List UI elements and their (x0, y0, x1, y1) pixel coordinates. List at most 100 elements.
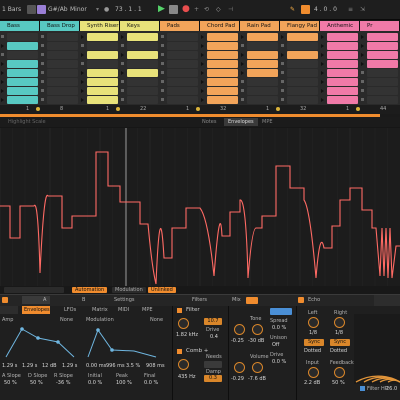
track-header[interactable]: Bass Drop (40, 21, 80, 31)
slot-stop-icon[interactable] (161, 53, 164, 56)
highlight-scale-toggle[interactable]: Highlight Scale (4, 118, 50, 126)
clip-slot[interactable] (367, 51, 398, 59)
amp-env-value[interactable]: 1.29 s (62, 363, 77, 369)
slot-stop-icon[interactable] (161, 89, 164, 92)
track-header[interactable]: Chord Pad (200, 21, 240, 31)
play-icon[interactable]: ▶ (158, 3, 165, 15)
env-node[interactable] (36, 336, 40, 340)
clip-slot[interactable] (247, 33, 278, 41)
scale-mode-icon[interactable] (27, 5, 36, 14)
filter-res-value[interactable]: 10.7 (204, 318, 222, 325)
punch-icon[interactable]: ⊣ (228, 4, 233, 16)
clip-launch-icon[interactable] (361, 35, 364, 39)
echo-input-knob[interactable] (308, 367, 319, 378)
clip-launch-icon[interactable] (321, 89, 324, 93)
tab-matrix[interactable]: Matrix (92, 307, 108, 313)
clip-slot[interactable] (7, 69, 38, 77)
clip-slot[interactable] (367, 33, 398, 41)
clip-launch-icon[interactable] (281, 53, 284, 57)
volume-knob[interactable] (252, 362, 263, 373)
echo-feedback-value[interactable]: 50 % (332, 380, 345, 386)
clip-slot[interactable] (7, 87, 38, 95)
envelope-graph[interactable] (0, 128, 400, 286)
clip-launch-icon[interactable] (321, 53, 324, 57)
clip-slot[interactable] (127, 33, 158, 41)
menu-icon[interactable]: ≡ (348, 4, 353, 16)
echo-right-knob[interactable] (334, 317, 345, 328)
empty-clip-slot[interactable] (87, 60, 118, 68)
slot-stop-icon[interactable] (1, 35, 4, 38)
empty-clip-slot[interactable] (47, 69, 78, 77)
tone-value[interactable]: -30 dB (248, 338, 264, 344)
clip-launch-icon[interactable] (1, 89, 4, 93)
clip-slot[interactable] (7, 78, 38, 86)
slot-stop-icon[interactable] (161, 80, 164, 83)
clip-slot[interactable] (87, 78, 118, 86)
automation-arm-icon[interactable]: ◇ (216, 4, 221, 16)
slot-stop-icon[interactable] (161, 98, 164, 101)
slot-stop-icon[interactable] (41, 62, 44, 65)
track-header[interactable]: Pads (160, 21, 200, 31)
song-position[interactable]: 73 . 1 . 1 (115, 4, 142, 16)
clip-slot[interactable] (247, 60, 278, 68)
clip-slot[interactable] (87, 87, 118, 95)
clip-slot[interactable] (127, 51, 158, 59)
level-value-1[interactable]: -0.25 (231, 338, 244, 344)
clip-slot[interactable] (7, 96, 38, 104)
level-value-2[interactable]: -0.29 (231, 376, 244, 382)
expand-icon[interactable]: ⇲ (360, 4, 365, 16)
level-knob-1[interactable] (234, 324, 245, 335)
clip-launch-icon[interactable] (321, 98, 324, 102)
clip-launch-icon[interactable] (201, 35, 204, 39)
echo-dotted-left[interactable]: Dotted (304, 348, 321, 354)
empty-clip-slot[interactable] (47, 78, 78, 86)
empty-clip-slot[interactable] (167, 87, 198, 95)
mixer-value[interactable]: 22 (140, 106, 146, 112)
slot-stop-icon[interactable] (281, 80, 284, 83)
tab-midi[interactable]: MIDI (118, 307, 129, 313)
tab-notes[interactable]: Notes (198, 118, 220, 126)
empty-clip-slot[interactable] (127, 42, 158, 50)
clip-slot[interactable] (287, 33, 318, 41)
filter-freq-knob[interactable] (178, 318, 189, 329)
clip-launch-icon[interactable] (201, 98, 204, 102)
mix-toggle[interactable] (246, 297, 258, 304)
env-node[interactable] (56, 340, 60, 344)
clip-slot[interactable] (327, 33, 358, 41)
clip-slot[interactable] (327, 42, 358, 50)
clip-launch-icon[interactable] (1, 62, 4, 66)
amp-envelope-graph[interactable] (2, 324, 78, 360)
slot-stop-icon[interactable] (161, 35, 164, 38)
clip-slot[interactable] (327, 87, 358, 95)
tab-filters[interactable]: Filters (192, 297, 207, 303)
clip-slot[interactable] (87, 69, 118, 77)
slot-stop-icon[interactable] (361, 98, 364, 101)
clip-launch-icon[interactable] (81, 71, 84, 75)
clip-launch-icon[interactable] (241, 53, 244, 57)
clip-launch-icon[interactable] (81, 98, 84, 102)
route-button[interactable] (270, 308, 292, 315)
tab-lfos[interactable]: LFOs (64, 307, 76, 313)
clip-launch-icon[interactable] (1, 71, 4, 75)
clip-launch-icon[interactable] (321, 71, 324, 75)
mixer-value[interactable]: 1 (106, 106, 109, 112)
level-knob-2[interactable] (234, 362, 245, 373)
slot-stop-icon[interactable] (121, 44, 124, 47)
clip-launch-icon[interactable] (121, 53, 124, 57)
env-node[interactable] (20, 327, 24, 331)
empty-clip-slot[interactable] (47, 60, 78, 68)
mixer-value[interactable]: 32 (220, 106, 226, 112)
empty-clip-slot[interactable] (287, 87, 318, 95)
clip-slot[interactable] (207, 78, 238, 86)
slot-stop-icon[interactable] (281, 71, 284, 74)
tab-settings[interactable]: Settings (114, 297, 135, 303)
empty-clip-slot[interactable] (127, 87, 158, 95)
track-header[interactable]: Anthemic (320, 21, 360, 31)
comb-freq-knob[interactable] (178, 359, 189, 370)
clip-launch-icon[interactable] (201, 80, 204, 84)
mixer-value[interactable]: 1 (26, 106, 29, 112)
record-icon[interactable]: ● (182, 3, 190, 15)
echo-left-value[interactable]: 1/8 (309, 330, 317, 336)
empty-clip-slot[interactable] (47, 42, 78, 50)
slot-stop-icon[interactable] (41, 80, 44, 83)
